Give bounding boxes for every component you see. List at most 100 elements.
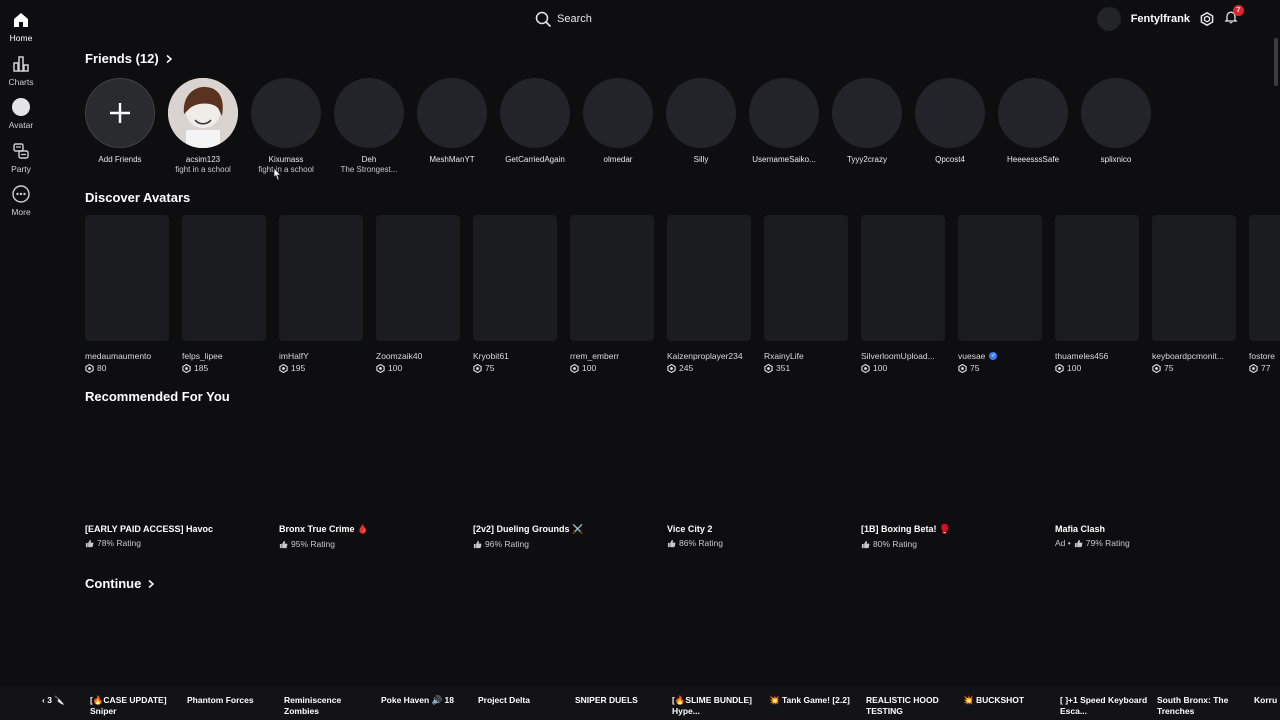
avatar-thumbnail [667, 215, 751, 341]
avatar-card[interactable]: imHalfY 195 [279, 215, 363, 373]
friend-tile[interactable]: MeshManYT [412, 78, 492, 164]
avatar-creator-text: medaumaumento [85, 351, 152, 361]
robux-icon[interactable] [1200, 12, 1214, 26]
avatar-thumbnail [473, 215, 557, 341]
avatar-creator-name: rrem_emberr [570, 351, 654, 361]
friend-tile[interactable]: Tyyy2crazy [827, 78, 907, 164]
game-title: [1B] Boxing Beta! 🥊 [861, 524, 951, 534]
discover-avatars-header[interactable]: Discover Avatars [85, 190, 190, 205]
game-rating: 95% Rating [279, 539, 469, 549]
avatar-card[interactable]: SilverloomUpload... 100 [861, 215, 945, 373]
add-friends-button[interactable]: Add Friends [80, 78, 160, 164]
verified-badge-icon: ✓ [989, 352, 998, 360]
avatar-card[interactable]: fostore 77 [1249, 215, 1280, 373]
friends-header[interactable]: Friends (12) [85, 51, 174, 66]
robux-icon [570, 363, 579, 373]
friend-tile[interactable]: olmedar [578, 78, 658, 164]
strip-game-item[interactable]: Phantom Forces [187, 695, 279, 706]
user-avatar[interactable] [1096, 7, 1121, 31]
game-card[interactable]: Bronx True Crime 🩸 95% Rating [279, 524, 469, 549]
avatar-price-value: 77 [1261, 363, 1271, 373]
avatar-thumbnail [279, 215, 363, 341]
presence-dot [307, 130, 319, 142]
avatar-card[interactable]: Kaizenproplayer234 245 [667, 215, 751, 373]
game-card[interactable]: [2v2] Dueling Grounds ⚔️ 96% Rating [473, 524, 663, 549]
game-rating-text: 80% Rating [873, 539, 917, 549]
game-rating-text: 78% Rating [97, 538, 141, 548]
chevron-right-icon [166, 54, 172, 63]
avatar-creator-name: vuesae ✓ [958, 351, 1042, 361]
avatar-card[interactable]: Kryobit61 75 [473, 215, 557, 373]
continue-title: Continue [85, 576, 142, 591]
strip-game-item[interactable]: Project Delta [478, 695, 570, 706]
game-card[interactable]: Mafia Clash Ad • 79% Rating [1055, 524, 1245, 548]
friend-name: splixnico [1100, 155, 1132, 164]
avatar-thumbnail [1055, 215, 1139, 341]
friend-avatar [583, 78, 653, 148]
friend-name: GetCarriedAgain [505, 155, 565, 164]
strip-game-item[interactable]: Poke Haven 🔊 18 [381, 695, 473, 706]
robux-icon [182, 363, 191, 373]
friend-tile[interactable]: splixnico [1076, 78, 1156, 164]
strip-game-item[interactable]: Reminiscence Zombies [284, 695, 376, 717]
continue-header[interactable]: Continue [85, 576, 156, 591]
nav-home-label: Home [9, 33, 33, 43]
game-card[interactable]: Vice City 2 86% Rating [667, 524, 857, 548]
search-button[interactable]: Search [535, 9, 592, 29]
avatar-card[interactable]: Zoomzaik40 100 [376, 215, 460, 373]
strip-game-item[interactable]: Korru [1254, 695, 1280, 706]
friend-tile[interactable]: Silly [661, 78, 741, 164]
nav-charts-label: Charts [8, 77, 34, 87]
avatar-thumbnail [182, 215, 266, 341]
friend-tile[interactable]: HeeeesssSafe [993, 78, 1073, 164]
avatar-thumbnail [764, 215, 848, 341]
avatar-creator-text: keyboardpcmonit... [1152, 351, 1224, 361]
nav-charts[interactable]: Charts [0, 54, 42, 87]
avatar-card[interactable]: vuesae ✓ 75 [958, 215, 1042, 373]
strip-game-item[interactable]: [🔥SLIME BUNDLE] Hype... [672, 695, 764, 717]
avatar-card[interactable]: RxainyLife 351 [764, 215, 848, 373]
avatar-price: 75 [958, 363, 1042, 373]
strip-game-item[interactable]: 💥 Tank Game! [2.2] [769, 695, 861, 706]
strip-game-item[interactable]: South Bronx: The Trenches [1157, 695, 1249, 717]
nav-more[interactable]: More [0, 184, 42, 217]
strip-game-item[interactable]: [ ]+1 Speed Keyboard Esca... [1060, 695, 1152, 717]
strip-game-item[interactable]: SNIPER DUELS [575, 695, 667, 706]
nav-party[interactable]: Party [0, 141, 42, 174]
friend-avatar [334, 78, 404, 148]
strip-game-item[interactable]: 💥 BUCKSHOT [963, 695, 1055, 706]
friend-status: fight in a school [258, 165, 314, 174]
username[interactable]: Fentylfrank [1131, 13, 1190, 25]
friend-tile[interactable]: Qpcost4 [910, 78, 990, 164]
recommended-header[interactable]: Recommended For You [85, 389, 230, 404]
strip-game-item[interactable]: REALISTIC HOOD TESTING [866, 695, 958, 717]
friend-tile[interactable]: Kixumass fight in a school [246, 78, 326, 174]
avatar-price-value: 100 [582, 363, 597, 373]
friend-name: UsernameSaiko... [752, 155, 816, 164]
page-scrollbar[interactable] [1274, 38, 1278, 86]
friend-tile[interactable]: UsernameSaiko... [744, 78, 824, 164]
robux-icon [376, 363, 385, 373]
game-card[interactable]: [1B] Boxing Beta! 🥊 80% Rating [861, 524, 1051, 549]
avatar-creator-name: Zoomzaik40 [376, 351, 460, 361]
avatar-card[interactable]: medaumaumento 80 [85, 215, 169, 373]
chevron-right-icon [148, 579, 155, 588]
avatar-card[interactable]: thuameles456 100 [1055, 215, 1139, 373]
avatar-card[interactable]: rrem_emberr 100 [570, 215, 654, 373]
avatar-price-value: 195 [291, 363, 306, 373]
avatar-card[interactable]: keyboardpcmonit... 75 [1152, 215, 1236, 373]
friend-tile[interactable]: Deh The Strongest... [329, 78, 409, 174]
game-card[interactable]: [EARLY PAID ACCESS] Havoc 78% Rating [85, 524, 275, 548]
notifications-button[interactable]: 7 [1224, 4, 1244, 29]
avatar-creator-name: imHalfY [279, 351, 363, 361]
strip-page-indicator[interactable]: ‹ 3 🔪 [42, 695, 65, 706]
avatar-card[interactable]: felps_lipee 185 [182, 215, 266, 373]
thumbs-up-icon [1074, 539, 1083, 547]
friend-tile[interactable]: GetCarriedAgain [495, 78, 575, 164]
robux-icon [1152, 363, 1161, 373]
bottom-game-strip: ‹ 3 🔪 [🔥CASE UPDATE] Sniper Phantom Forc… [0, 687, 1280, 720]
strip-game-item[interactable]: [🔥CASE UPDATE] Sniper [90, 695, 182, 717]
friend-tile[interactable]: acsim123 fight in a school [163, 78, 243, 174]
nav-home[interactable]: Home [0, 10, 42, 43]
nav-avatar[interactable]: Avatar [0, 97, 42, 130]
